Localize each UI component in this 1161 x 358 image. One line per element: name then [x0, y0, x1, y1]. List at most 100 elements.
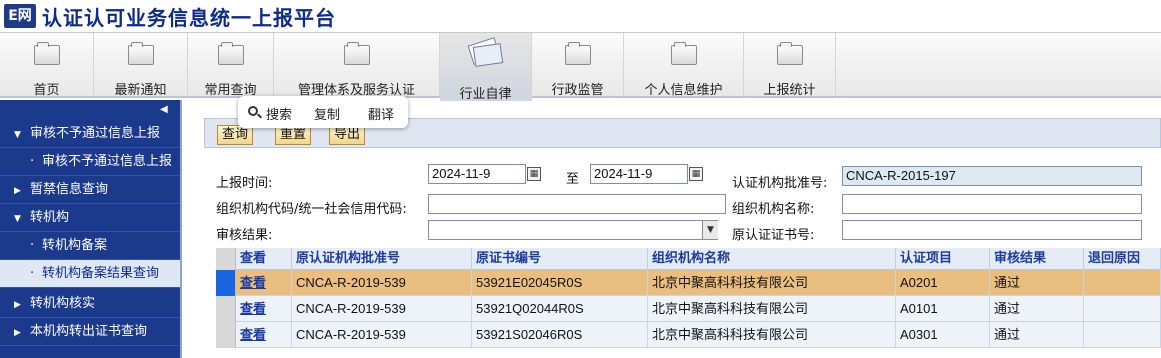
export-button[interactable]: 导出	[329, 125, 366, 145]
nav-home[interactable]: 首页	[0, 33, 94, 98]
nav-industry-self-discipline[interactable]: 行业自律	[440, 33, 532, 102]
app-title: 认证认可业务信息统一上报平台	[42, 6, 336, 30]
sidebar-item-audit-reject-report[interactable]: ▼ 审核不予通过信息上报	[0, 120, 180, 148]
popup-search-button[interactable]: 搜索	[266, 104, 292, 123]
cert-cell: 53921S02046R0S	[472, 322, 648, 348]
sidebar-subitem-transfer-filing[interactable]: · 转机构备案	[0, 232, 180, 260]
bullet-icon: ·	[30, 238, 35, 253]
date-from-field[interactable]: 2024-11-9	[428, 164, 526, 184]
org-cell: 北京中聚高科科技有限公司	[648, 296, 896, 322]
reset-button[interactable]: 重置	[275, 125, 312, 145]
folder-icon	[218, 42, 244, 65]
folder-icon	[344, 42, 370, 65]
org-cell: 北京中聚高科科技有限公司	[648, 270, 896, 296]
nav-label: 上报统计	[763, 83, 816, 98]
chevron-down-icon[interactable]: ▼	[702, 221, 718, 239]
calendar-icon[interactable]: ▦	[527, 167, 541, 181]
sidebar-subitem-audit-reject-report[interactable]: · 审核不予通过信息上报	[0, 148, 180, 176]
view-link[interactable]: 查看	[236, 296, 292, 322]
nav-label: 行政监管	[551, 83, 604, 98]
collapsed-arrow-icon: ▶	[14, 186, 21, 196]
column-header: 查看	[236, 248, 292, 270]
collapsed-arrow-icon: ▶	[14, 300, 21, 310]
row-selector[interactable]	[216, 296, 236, 322]
view-link[interactable]: 查看	[236, 322, 292, 348]
sidebar-item-transfer-org[interactable]: ▼ 转机构	[0, 204, 180, 232]
nav-common-query[interactable]: 常用查询	[188, 33, 274, 98]
row-selector[interactable]	[216, 322, 236, 348]
approval-no-label: 认证机构批准号:	[732, 176, 828, 191]
org-name-label: 组织机构名称:	[732, 202, 815, 217]
reason-cell	[1084, 270, 1161, 296]
audit-result-select[interactable]	[428, 220, 718, 240]
sidebar-item-outgoing-cert-query[interactable]: ▶ 本机构转出证书查询	[0, 318, 180, 346]
nav-report-statistics[interactable]: 上报统计	[744, 33, 836, 98]
popup-copy-button[interactable]: 复制	[314, 104, 340, 123]
column-header[interactable]: 原证书编号	[472, 248, 648, 270]
nav-label: 首页	[33, 83, 60, 98]
table-header: 查看 原认证机构批准号 原证书编号 组织机构名称 认证项目 审核结果 退回原因	[216, 248, 1161, 270]
folder-icon	[671, 42, 697, 65]
folder-icon	[34, 42, 60, 65]
date-to-field[interactable]: 2024-11-9	[590, 164, 688, 184]
row-selector[interactable]	[216, 270, 236, 296]
nav-label: 最新通知	[114, 83, 167, 98]
project-cell: A0301	[896, 322, 990, 348]
nav-label: 行业自律	[459, 87, 512, 102]
collapse-sidebar-icon[interactable]: ◀	[160, 104, 168, 115]
column-header[interactable]: 认证项目	[896, 248, 990, 270]
nav-admin-supervision[interactable]: 行政监管	[532, 33, 624, 98]
sidebar-item-transfer-verify[interactable]: ▶ 转机构核实	[0, 290, 180, 318]
column-header[interactable]: 原认证机构批准号	[292, 248, 472, 270]
collapsed-arrow-icon: ▶	[14, 328, 21, 338]
nav-personal-info[interactable]: 个人信息维护	[624, 33, 744, 98]
sidebar-item-ban-query[interactable]: ▶ 暂禁信息查询	[0, 176, 180, 204]
cert-cell: 53921Q02044R0S	[472, 296, 648, 322]
bullet-icon: ·	[30, 266, 35, 281]
table-row[interactable]: 查看 CNCA-R-2019-539 53921Q02044R0S 北京中聚高科…	[216, 296, 1161, 322]
expand-arrow-icon: ▼	[14, 130, 21, 140]
nav-management-system[interactable]: 管理体系及服务认证	[274, 33, 440, 98]
approval-cell: CNCA-R-2019-539	[292, 296, 472, 322]
sidebar-item-label: 转机构备案结果查询	[42, 266, 160, 281]
main-panel: 查询 重置 导出 上报时间: 2024-11-9 ▦ 至 2024-11-9 ▦…	[204, 118, 1161, 358]
popup-translate-button[interactable]: 翻译	[368, 104, 394, 123]
approval-no-field[interactable]: CNCA-R-2015-197	[842, 166, 1142, 186]
sidebar: ◀ ▼ 审核不予通过信息上报 · 审核不予通过信息上报 ▶ 暂禁信息查询 ▼ 转机构 ·…	[0, 100, 182, 358]
report-time-label: 上报时间:	[216, 176, 273, 191]
nav-latest-notice[interactable]: 最新通知	[94, 33, 188, 98]
top-nav: 首页 最新通知 常用查询 管理体系及服务认证 行业自律 行政监管 个人信息维护 …	[0, 32, 1161, 102]
orig-cert-label: 原认证证书号:	[732, 228, 815, 243]
reason-cell	[1084, 296, 1161, 322]
sidebar-item-label: 审核不予通过信息上报	[42, 154, 173, 169]
column-header[interactable]: 审核结果	[990, 248, 1084, 270]
column-header[interactable]: 退回原因	[1084, 248, 1161, 270]
audit-result-label: 审核结果:	[216, 228, 273, 243]
result-cell: 通过	[990, 270, 1084, 296]
selection-popup: 搜索 复制 翻译	[238, 96, 408, 128]
approval-cell: CNCA-R-2019-539	[292, 322, 472, 348]
open-folder-icon	[466, 37, 506, 69]
sidebar-subitem-transfer-filing-result[interactable]: · 转机构备案结果查询	[0, 260, 180, 288]
sidebar-item-label: 转机构核实	[30, 296, 96, 311]
sidebar-item-label: 审核不予通过信息上报	[30, 126, 161, 141]
result-cell: 通过	[990, 296, 1084, 322]
search-icon	[248, 106, 258, 116]
project-cell: A0101	[896, 296, 990, 322]
column-header[interactable]: 组织机构名称	[648, 248, 896, 270]
table-row[interactable]: 查看 CNCA-R-2019-539 53921S02046R0S 北京中聚高科…	[216, 322, 1161, 348]
to-label: 至	[566, 172, 580, 187]
cert-cell: 53921E02045R0S	[472, 270, 648, 296]
calendar-icon[interactable]: ▦	[689, 167, 703, 181]
sidebar-item-label: 本机构转出证书查询	[30, 324, 148, 339]
sidebar-item-label: 暂禁信息查询	[30, 182, 109, 197]
expand-arrow-icon: ▼	[14, 214, 21, 224]
org-code-field[interactable]	[428, 194, 726, 214]
view-link[interactable]: 查看	[236, 270, 292, 296]
query-button[interactable]: 查询	[217, 125, 254, 145]
reason-cell	[1084, 322, 1161, 348]
org-name-field[interactable]	[842, 194, 1142, 214]
sidebar-item-label: 转机构备案	[42, 238, 108, 253]
table-row[interactable]: 查看 CNCA-R-2019-539 53921E02045R0S 北京中聚高科…	[216, 270, 1161, 296]
orig-cert-field[interactable]	[842, 220, 1142, 240]
